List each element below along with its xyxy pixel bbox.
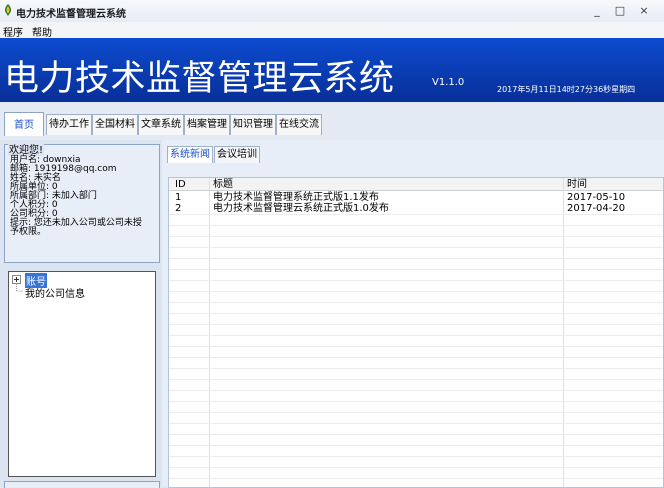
banner-title: 电力技术监督管理云系统 [4, 59, 395, 99]
tab-todo[interactable]: 待办工作 [46, 114, 92, 135]
tab-meeting-training[interactable]: 会议培训 [214, 146, 260, 163]
tab-online-chat[interactable]: 在线交流 [276, 114, 322, 135]
tab-materials[interactable]: 全国材料 [92, 114, 138, 135]
hint-line-2: 予权限。 [10, 227, 47, 237]
close-button[interactable]: × [636, 4, 652, 18]
news-table: ID 标题 时间 1 电力技术监督管理系统正式版1.1发布 2017-05-10… [168, 177, 664, 488]
app-icon [4, 4, 12, 16]
window-title: 电力技术监督管理云系统 [16, 9, 126, 20]
tab-articles[interactable]: 文章系统 [138, 114, 184, 135]
tab-home[interactable]: 首页 [4, 112, 44, 136]
account-tree: 账号 我的公司信息 [8, 271, 156, 477]
column-header-time[interactable]: 时间 [567, 179, 587, 190]
menu-bar: 程序 帮助 [0, 22, 664, 39]
tab-knowledge[interactable]: 知识管理 [230, 114, 276, 135]
left-sidebar: 欢迎您! 用户名: downxia 邮箱: 1919198@qq.com 姓名:… [0, 140, 162, 488]
menu-help[interactable]: 帮助 [32, 24, 52, 39]
row-time: 2017-05-10 [567, 192, 626, 203]
menu-program[interactable]: 程序 [3, 24, 23, 39]
content-area: 系统新闻 会议培训 ID 标题 时间 1 电力技术监督管理系统正式版1.1发布 … [162, 140, 664, 488]
row-id: 1 [175, 192, 182, 203]
welcome-box: 欢迎您! 用户名: downxia 邮箱: 1919198@qq.com 姓名:… [4, 141, 160, 263]
row-title: 电力技术监督管理系统正式版1.1发布 [213, 192, 379, 203]
tab-system-news[interactable]: 系统新闻 [167, 146, 213, 163]
left-bottom-box [4, 481, 160, 488]
column-header-id[interactable]: ID [175, 179, 186, 190]
column-header-title[interactable]: 标题 [213, 179, 233, 190]
title-bar: 电力技术监督管理云系统 _ □ × [0, 0, 664, 23]
header-banner: 电力技术监督管理云系统 V1.1.0 2017年5月11日14时27分36秒星期… [0, 38, 664, 102]
version-label: V1.1.0 [432, 77, 465, 88]
table-header: ID 标题 时间 [169, 178, 663, 191]
welcome-legend: 欢迎您! [8, 141, 45, 156]
row-id: 2 [175, 203, 182, 214]
tab-archives[interactable]: 档案管理 [184, 114, 230, 135]
minimize-button[interactable]: _ [589, 4, 605, 18]
tree-node-company-info[interactable]: 我的公司信息 [25, 285, 85, 300]
row-title: 电力技术监督管理云系统正式版1.0发布 [213, 203, 389, 214]
maximize-button[interactable]: □ [612, 4, 628, 18]
row-time: 2017-04-20 [567, 203, 626, 214]
main-tab-bar: 首页 待办工作 全国材料 文章系统 档案管理 知识管理 在线交流 [0, 102, 664, 140]
datetime-label: 2017年5月11日14时27分36秒星期四 [497, 85, 636, 94]
